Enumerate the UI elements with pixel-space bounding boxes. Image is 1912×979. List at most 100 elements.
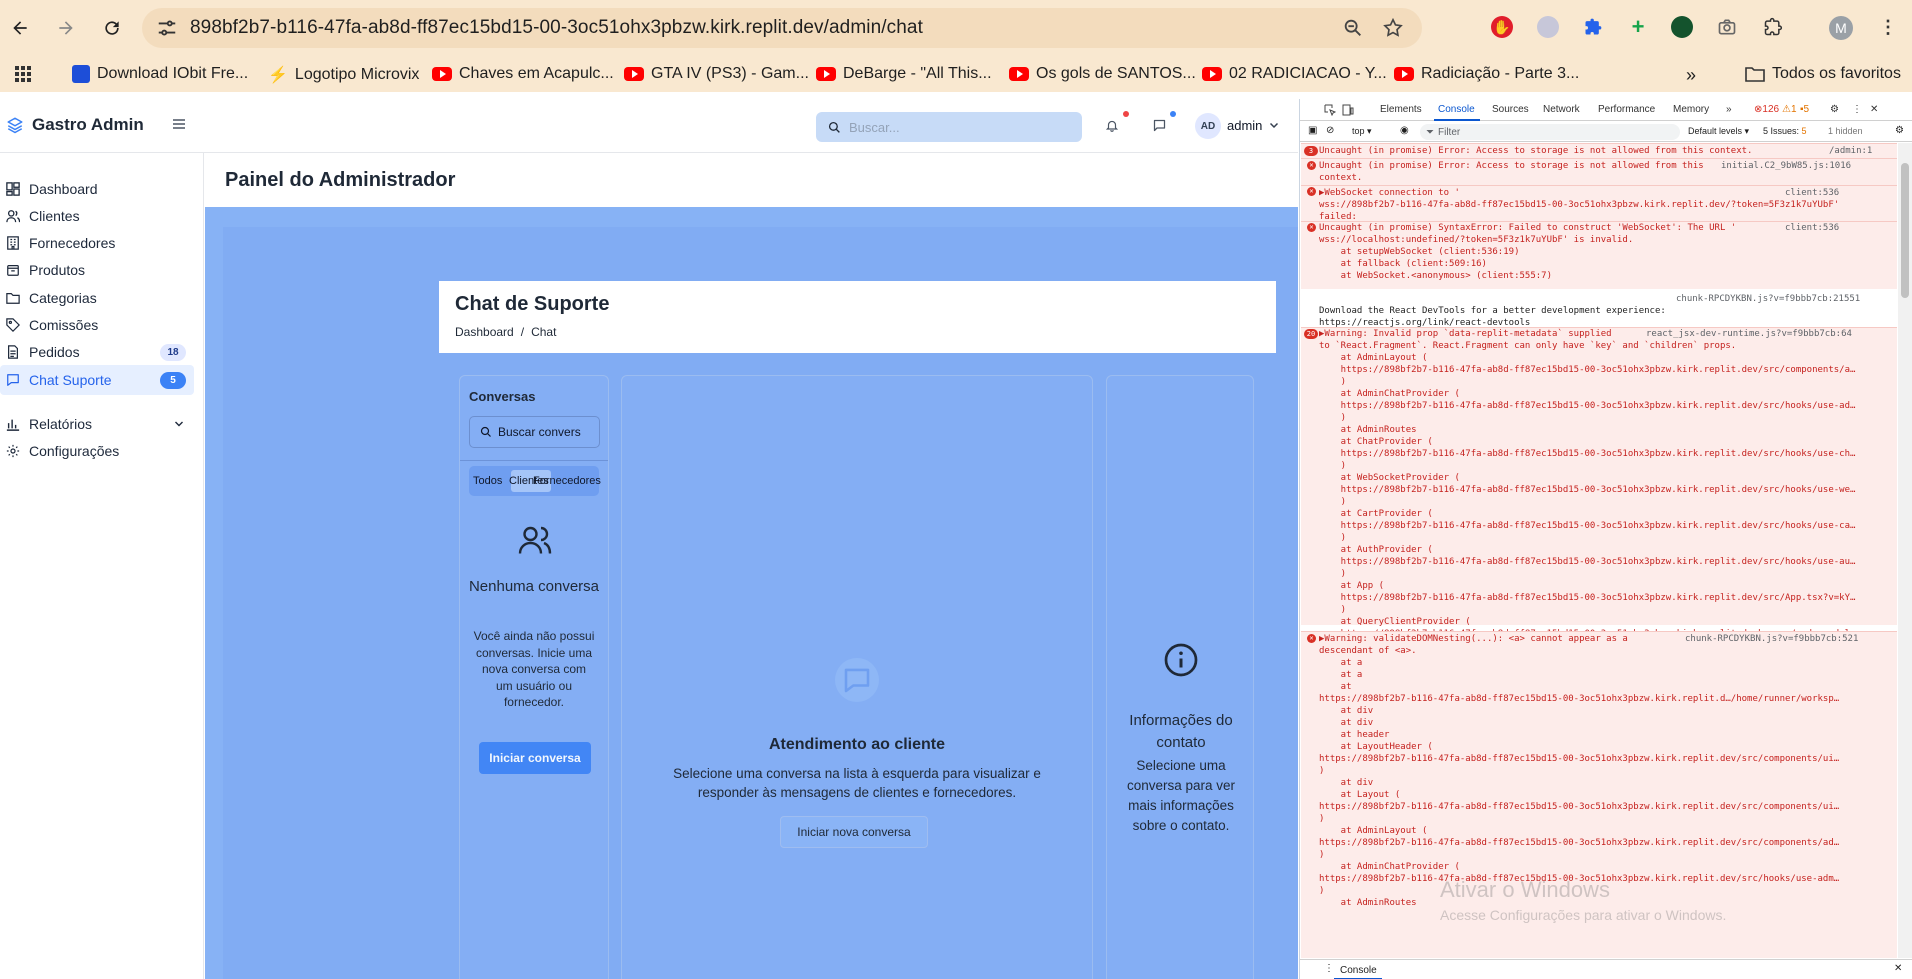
adblock-extension-icon[interactable]: ✋ bbox=[1491, 16, 1513, 38]
address-bar[interactable]: 898bf2b7-b116-47fa-ab8d-ff87ec15bd15-00-… bbox=[142, 8, 1422, 48]
console-message-text[interactable]: Download the React DevTools for a better… bbox=[1319, 305, 1895, 329]
extensions-puzzle-icon[interactable] bbox=[1762, 16, 1784, 38]
issue-count[interactable]: ▪5 bbox=[1800, 104, 1809, 115]
forward-button[interactable] bbox=[52, 14, 80, 42]
console-source-link[interactable]: chunk-RPCDYKBN.js?v=f9bbb7cb:521 bbox=[1685, 633, 1885, 645]
inspect-element-icon[interactable] bbox=[1324, 104, 1336, 116]
search-bar[interactable] bbox=[816, 112, 1082, 142]
sidebar-item-configuracoes[interactable]: Configurações bbox=[0, 436, 194, 466]
levels-dropdown[interactable]: Default levels ▾ bbox=[1688, 126, 1749, 137]
console-settings-icon[interactable]: ⚙ bbox=[1895, 125, 1904, 136]
sidebar-item-produtos[interactable]: Produtos bbox=[0, 255, 194, 285]
extension-green-icon[interactable] bbox=[1671, 16, 1693, 38]
console-source-link[interactable]: client:536 bbox=[1785, 187, 1845, 199]
conversation-search[interactable] bbox=[469, 416, 600, 448]
menu-toggle-icon[interactable] bbox=[172, 117, 186, 131]
filter-icon: ⏷ bbox=[1426, 126, 1434, 138]
more-bookmarks-button[interactable]: » bbox=[1686, 65, 1696, 86]
search-input[interactable] bbox=[849, 119, 1059, 135]
sidebar-toggle-icon[interactable]: ▣ bbox=[1308, 125, 1317, 136]
console-message-text[interactable]: Uncaught (in promise) Error: Access to s… bbox=[1319, 145, 1895, 157]
issues-link[interactable]: 5 Issues: 5 bbox=[1763, 126, 1807, 136]
sidebar-item-pedidos[interactable]: Pedidos 18 bbox=[0, 337, 194, 367]
sidebar-item-categorias[interactable]: Categorias bbox=[0, 283, 194, 313]
message-dot bbox=[1170, 111, 1176, 117]
bookmark-item[interactable]: Radiciação - Parte 3... bbox=[1394, 65, 1579, 83]
extension-plus-icon[interactable]: + bbox=[1627, 14, 1649, 39]
breadcrumb-dashboard[interactable]: Dashboard bbox=[455, 325, 514, 339]
messages-icon[interactable] bbox=[1152, 118, 1167, 133]
console-message-text[interactable]: ▶Warning: Invalid prop `data-replit-meta… bbox=[1319, 328, 1895, 640]
extension-puzzle-blue-icon[interactable] bbox=[1582, 16, 1604, 38]
tab-console[interactable]: Console bbox=[1438, 104, 1475, 115]
bookmark-item[interactable]: 02 RADICIACAO - Y... bbox=[1202, 65, 1387, 83]
site-settings-icon bbox=[158, 20, 176, 36]
admin-name[interactable]: admin bbox=[1227, 118, 1262, 133]
tab-network[interactable]: Network bbox=[1543, 104, 1580, 115]
close-drawer-icon[interactable]: ✕ bbox=[1894, 963, 1902, 974]
brand[interactable]: Gastro Admin bbox=[6, 115, 144, 135]
browser-menu-icon[interactable]: ⋮ bbox=[1877, 16, 1899, 38]
bookmark-item[interactable]: Download IObit Fre... bbox=[72, 65, 248, 83]
conversation-filter-tabs: Todos Clientes Fornecedores bbox=[469, 466, 601, 496]
user-avatar[interactable]: AD bbox=[1195, 113, 1221, 139]
sidebar-item-fornecedores[interactable]: Fornecedores bbox=[0, 228, 194, 258]
camera-icon[interactable] bbox=[1716, 16, 1738, 38]
sidebar-item-chat-suporte[interactable]: Chat Suporte 5 bbox=[0, 365, 194, 395]
bookmark-item[interactable]: Chaves em Acapulc... bbox=[432, 65, 614, 83]
console-filter[interactable]: ⏷ Filter bbox=[1420, 124, 1680, 140]
close-devtools-icon[interactable]: ✕ bbox=[1870, 104, 1878, 115]
warning-count[interactable]: ⚠1 bbox=[1782, 104, 1797, 115]
sidebar-item-clientes[interactable]: Clientes bbox=[0, 201, 194, 231]
youtube-icon bbox=[432, 67, 452, 81]
start-conversation-button[interactable]: Iniciar conversa bbox=[479, 742, 591, 774]
drawer-tab-console[interactable]: Console bbox=[1340, 965, 1377, 976]
conversation-search-input[interactable] bbox=[498, 425, 598, 439]
url-text[interactable]: 898bf2b7-b116-47fa-ab8d-ff87ec15bd15-00-… bbox=[190, 17, 923, 39]
settings-gear-icon[interactable]: ⚙ bbox=[1830, 104, 1839, 115]
device-toolbar-icon[interactable] bbox=[1342, 104, 1354, 116]
zoom-icon[interactable] bbox=[1342, 17, 1364, 39]
bookmark-item[interactable]: ⚡ Logotipo Microvix bbox=[268, 65, 419, 85]
tab-performance[interactable]: Performance bbox=[1598, 104, 1655, 115]
bookmark-star-icon[interactable] bbox=[1382, 17, 1404, 39]
sidebar-item-relatorios[interactable]: Relatórios bbox=[0, 409, 194, 439]
extension-cloud-icon[interactable] bbox=[1537, 16, 1559, 38]
sidebar-item-comissoes[interactable]: Comissões bbox=[0, 310, 194, 340]
bookmark-item[interactable]: DeBarge - "All This... bbox=[816, 65, 992, 83]
profile-avatar[interactable]: M bbox=[1829, 16, 1853, 40]
sidebar-item-dashboard[interactable]: Dashboard bbox=[0, 174, 194, 204]
console-source-link[interactable]: chunk-RPCDYKBN.js?v=f9bbb7cb:21551 bbox=[1676, 293, 1876, 305]
console-source-link[interactable]: /admin:1 bbox=[1829, 145, 1879, 157]
new-conversation-button[interactable]: Iniciar nova conversa bbox=[780, 816, 928, 848]
more-tabs-icon[interactable]: » bbox=[1726, 104, 1732, 115]
notifications-bell-icon[interactable] bbox=[1105, 118, 1119, 133]
console-source-link[interactable]: client:536 bbox=[1785, 222, 1845, 234]
clear-console-icon[interactable]: ⊘ bbox=[1326, 125, 1334, 136]
tab-memory[interactable]: Memory bbox=[1673, 104, 1709, 115]
chat-badge: 5 bbox=[160, 372, 186, 389]
context-selector[interactable]: top ▾ bbox=[1352, 126, 1372, 137]
apps-grid-icon[interactable] bbox=[14, 65, 32, 83]
console-scrollbar[interactable] bbox=[1898, 143, 1912, 958]
all-favorites-folder[interactable]: Todos os favoritos bbox=[1745, 65, 1901, 83]
eye-icon[interactable]: ◉ bbox=[1400, 125, 1409, 136]
tab-todos[interactable]: Todos bbox=[473, 475, 502, 487]
reload-button[interactable] bbox=[98, 14, 126, 42]
bookmark-item[interactable]: GTA IV (PS3) - Gam... bbox=[624, 65, 809, 83]
tab-fornecedores[interactable]: Fornecedores bbox=[533, 475, 601, 487]
bookmark-item[interactable]: Os gols de SANTOS... bbox=[1009, 65, 1196, 83]
console-source-link[interactable]: initial.C2_9bW85.js:1016 bbox=[1721, 160, 1861, 172]
console-source-link[interactable]: react_jsx-dev-runtime.js?v=f9bbb7cb:64 bbox=[1646, 328, 1876, 340]
message-square-icon bbox=[835, 658, 879, 702]
devtools-menu-icon[interactable]: ⋮ bbox=[1852, 104, 1862, 115]
scrollbar-thumb[interactable] bbox=[1901, 163, 1909, 298]
error-count[interactable]: ⊗126 bbox=[1754, 104, 1779, 115]
windows-activation-subtext: Acesse Configurações para ativar o Windo… bbox=[1440, 907, 1727, 923]
drawer-menu-icon[interactable]: ⋮ bbox=[1324, 963, 1334, 974]
tab-sources[interactable]: Sources bbox=[1492, 104, 1529, 115]
tab-elements[interactable]: Elements bbox=[1380, 104, 1422, 115]
chevron-down-icon[interactable] bbox=[1269, 120, 1279, 130]
console-message-text[interactable]: ▶Warning: validateDOMNesting(...): <a> c… bbox=[1319, 633, 1895, 909]
back-button[interactable] bbox=[6, 14, 34, 42]
